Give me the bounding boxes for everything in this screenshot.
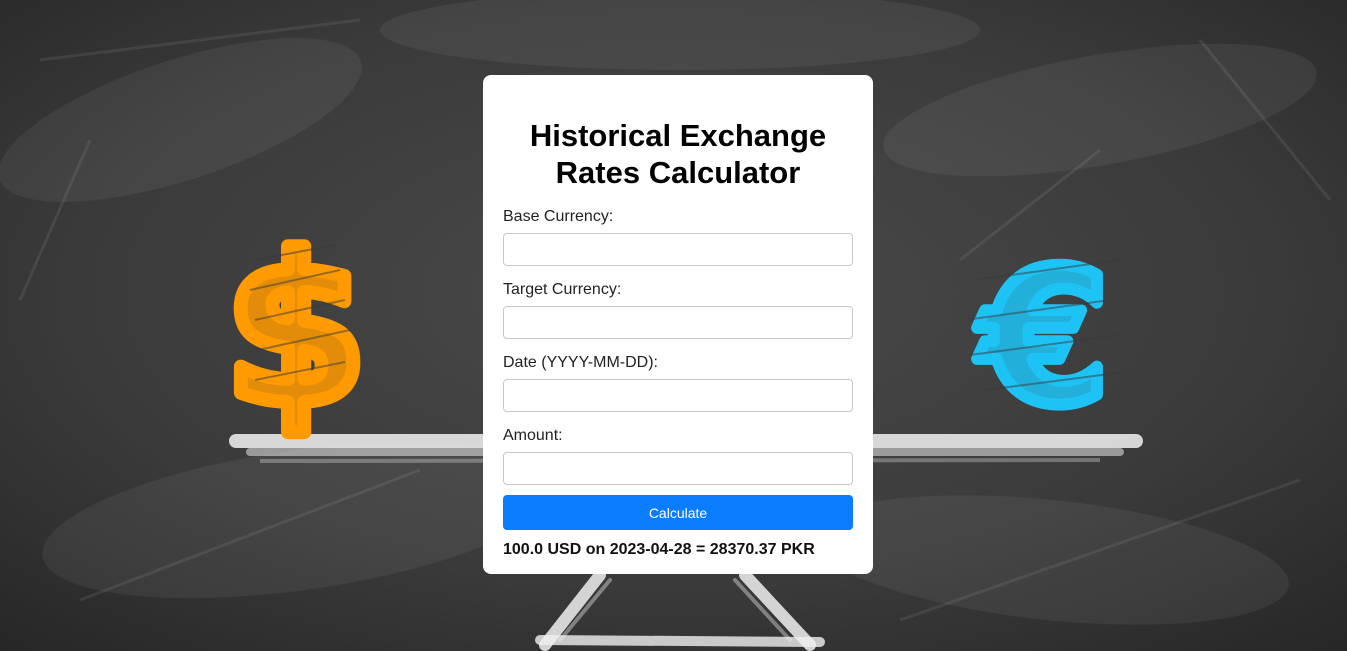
amount-field: Amount: [503,427,853,485]
calculate-button[interactable]: Calculate [503,495,853,530]
calculator-card: Historical Exchange Rates Calculator Bas… [483,75,873,574]
euro-sign-icon: € € [964,224,1126,452]
date-input[interactable] [503,379,853,412]
svg-text:€: € [977,230,1110,446]
base-currency-label: Base Currency: [503,208,614,225]
exchange-form: Base Currency: Target Currency: Date (YY… [503,208,853,530]
date-field: Date (YYYY-MM-DD): [503,354,853,412]
dollar-sign-icon: $ $ [218,206,375,458]
amount-input[interactable] [503,452,853,485]
svg-text:$: $ [225,213,368,451]
conversion-result: 100.0 USD on 2023-04-28 = 28370.37 PKR [503,541,815,558]
target-currency-field: Target Currency: [503,281,853,339]
date-label: Date (YYYY-MM-DD): [503,354,658,371]
target-currency-input[interactable] [503,306,853,339]
target-currency-label: Target Currency: [503,281,622,298]
page-title: Historical Exchange Rates Calculator [529,118,827,190]
base-currency-field: Base Currency: [503,208,853,266]
amount-label: Amount: [503,427,563,444]
base-currency-input[interactable] [503,233,853,266]
